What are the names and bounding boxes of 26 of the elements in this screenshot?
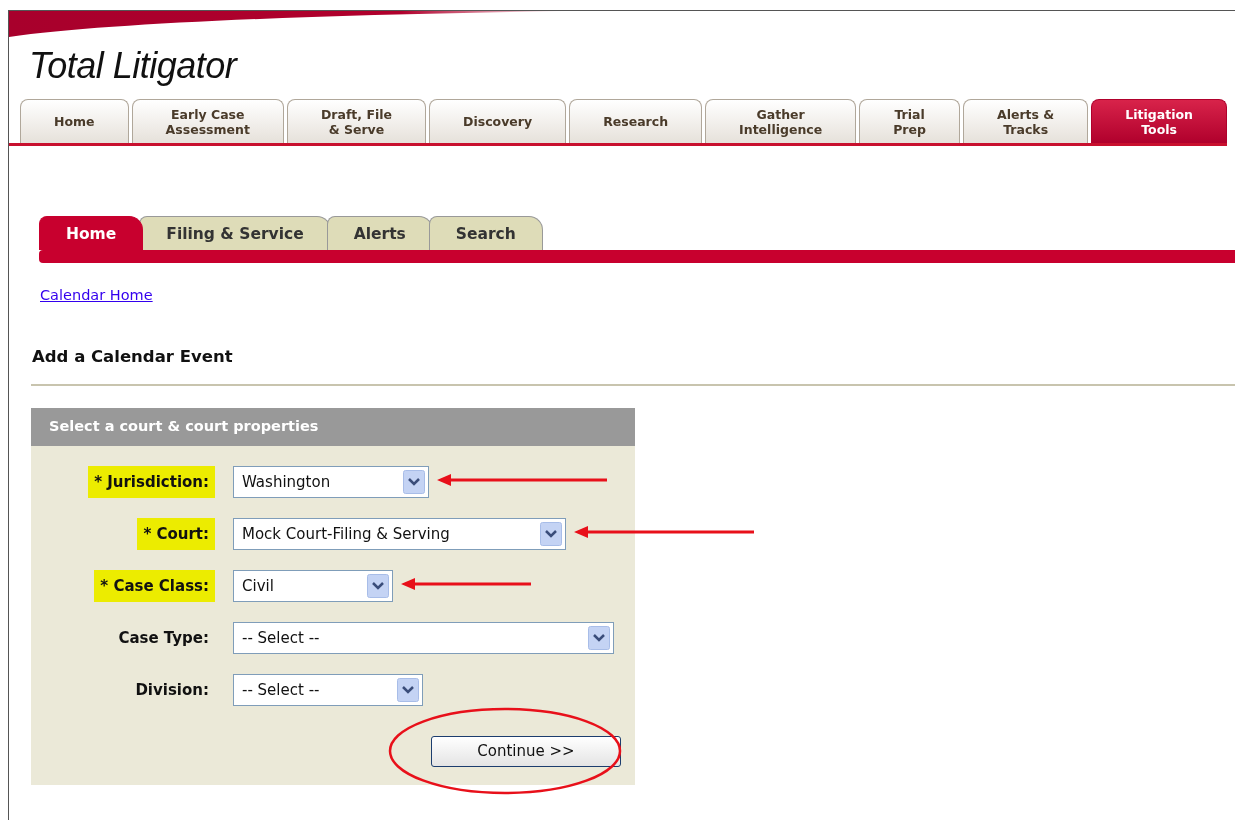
- dropdown-field[interactable]: -- Select --: [233, 673, 423, 706]
- nav-tab[interactable]: Trial Prep: [859, 99, 960, 143]
- nav-tab[interactable]: Litigation Tools: [1091, 99, 1227, 143]
- page-heading: Add a Calendar Event: [32, 347, 233, 367]
- sub-tab[interactable]: Search: [428, 216, 543, 251]
- dropdown-field[interactable]: Mock Court-Filing & Serving: [233, 517, 566, 550]
- dropdown-field[interactable]: Civil: [233, 569, 393, 602]
- nav-tab[interactable]: Home: [20, 99, 129, 143]
- nav-tab[interactable]: Early Case Assessment: [131, 99, 284, 143]
- panel-header: Select a court & court properties: [31, 408, 635, 446]
- nav-tab[interactable]: Alerts & Tracks: [963, 99, 1089, 143]
- nav-tab[interactable]: Draft, File & Serve: [286, 99, 427, 143]
- nav-tab[interactable]: Discovery: [429, 99, 567, 143]
- field-label: * Jurisdiction:: [88, 465, 215, 498]
- app-title: Total Litigator: [29, 45, 237, 86]
- continue-button[interactable]: Continue >>: [431, 735, 621, 767]
- field-label: * Case Class:: [94, 569, 215, 602]
- dropdown-field[interactable]: -- Select --: [233, 621, 614, 654]
- field-label: * Court:: [137, 517, 215, 550]
- sub-tab[interactable]: Home: [39, 216, 144, 251]
- field-label: Case Type:: [117, 627, 210, 649]
- nav-tab[interactable]: Gather Intelligence: [705, 99, 857, 143]
- dropdown-field[interactable]: Washington: [233, 465, 429, 498]
- field-label: Division:: [134, 679, 210, 701]
- calendar-home-link[interactable]: Calendar Home: [40, 285, 153, 307]
- nav-tab[interactable]: Research: [569, 99, 703, 143]
